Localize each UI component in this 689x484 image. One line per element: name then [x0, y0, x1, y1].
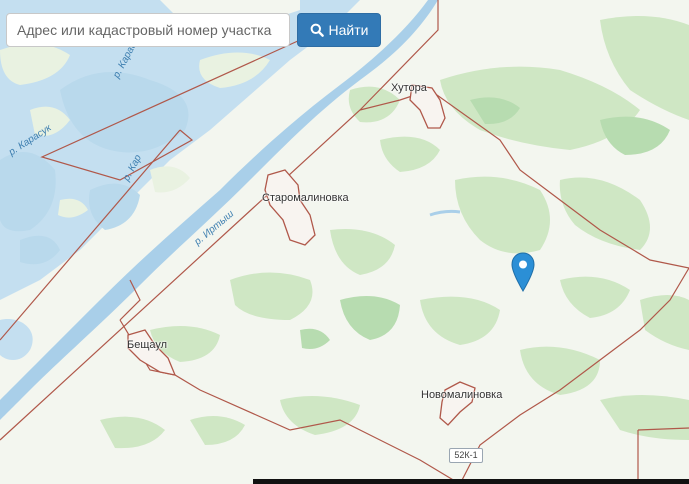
place-label-khutora: Хутора	[391, 82, 427, 94]
search-button[interactable]: Найти	[297, 13, 381, 47]
search-icon	[310, 23, 324, 37]
search-input[interactable]	[6, 13, 290, 47]
map-pin-icon[interactable]	[510, 252, 536, 292]
road-number-badge: 52К-1	[449, 448, 483, 463]
place-label-novomalinovka: Новомалиновка	[421, 389, 503, 401]
bottom-strip	[253, 479, 689, 484]
place-label-beshchaul: Бещаул	[127, 339, 168, 351]
place-label-staromalinovka: Старомалиновка	[262, 192, 349, 204]
map-view[interactable]: р. Карасук р. Карасук р. Кар р. Иртыш Ху…	[0, 0, 689, 484]
map-canvas[interactable]	[0, 0, 689, 484]
search-button-label: Найти	[328, 22, 369, 38]
search-bar: Найти	[6, 13, 381, 47]
